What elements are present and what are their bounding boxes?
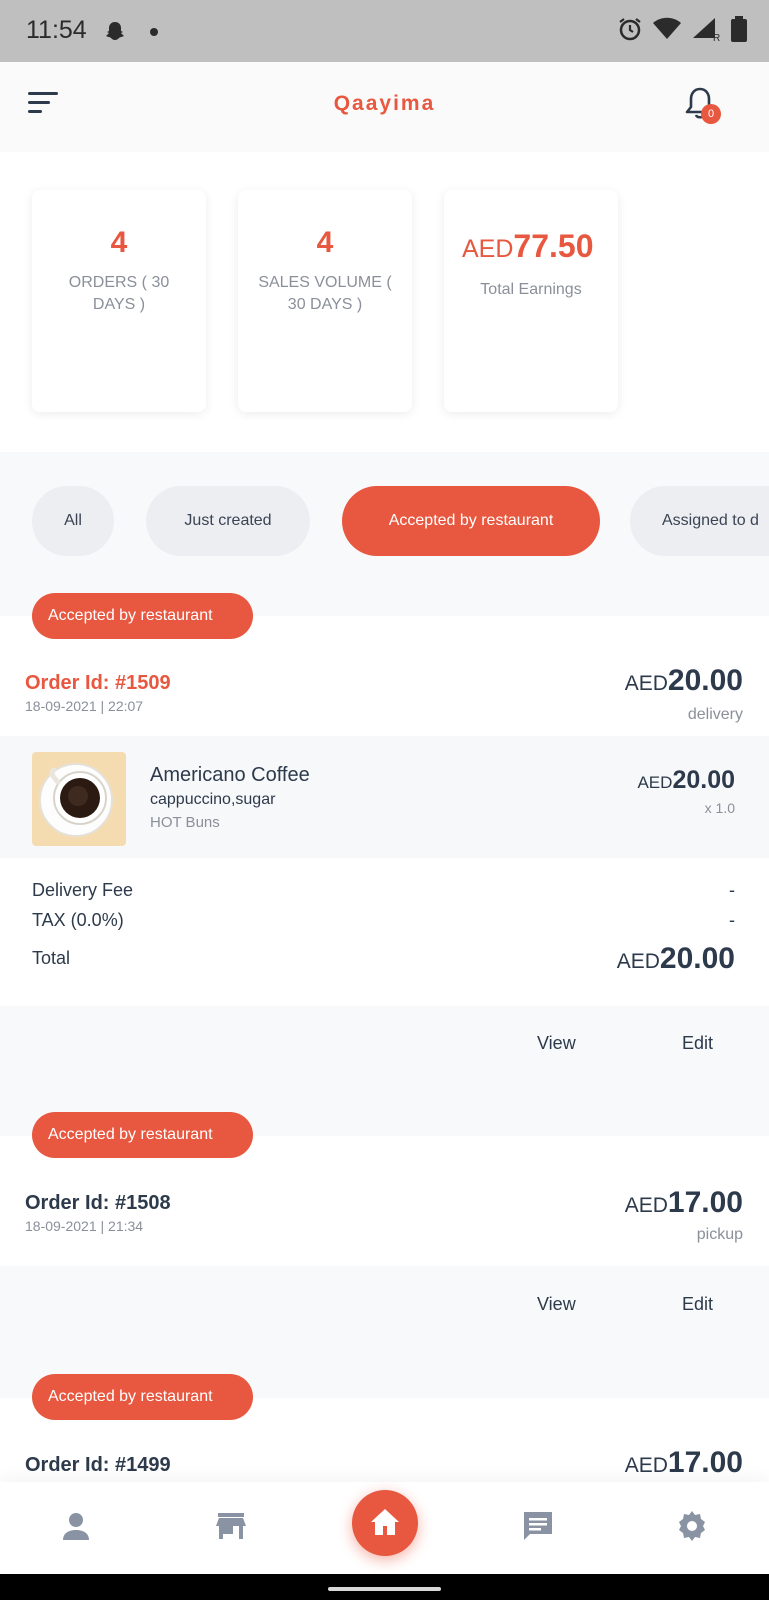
settings-icon[interactable]: [674, 1508, 710, 1544]
order-total-amount: 17.00: [667, 1186, 743, 1219]
snapchat-icon: [106, 22, 124, 40]
order-total: AED17.00: [625, 1446, 743, 1480]
status-time: 11:54: [26, 16, 87, 44]
edit-order-button[interactable]: Edit: [682, 1033, 713, 1054]
order-total: AED17.00: [625, 1186, 743, 1220]
tax-label: TAX (0.0%): [32, 910, 124, 930]
bottom-navigation: [0, 1482, 769, 1574]
sales-label: SALES VOLUME ( 30 DAYS ): [258, 274, 392, 313]
order-total-currency: AED: [624, 672, 668, 695]
filter-chip-assigned[interactable]: Assigned to d: [630, 486, 769, 556]
order-date: 18-09-2021 | 21:34: [25, 1218, 144, 1234]
grand-total-currency: AED: [616, 950, 660, 973]
notification-dot-icon: [150, 28, 158, 36]
earnings-stat-card: AED77.50 Total Earnings: [444, 190, 618, 412]
order-id: Order Id: #1499: [25, 1454, 171, 1476]
notification-badge: 0: [701, 104, 721, 124]
sales-stat-card: 4 SALES VOLUME ( 30 DAYS ): [238, 190, 412, 412]
coffee-cup-icon: [39, 763, 113, 837]
item-quantity: x 1.0: [704, 800, 735, 816]
order-summary: Delivery Fee - TAX (0.0%) - Total AED20.…: [0, 858, 769, 1006]
chat-icon[interactable]: [520, 1508, 556, 1544]
item-price-currency: AED: [637, 773, 673, 792]
app-header: Qaayima 0: [0, 62, 769, 152]
sales-count: 4: [316, 226, 334, 259]
notifications-button[interactable]: 0: [683, 86, 723, 128]
item-price: AED20.00: [637, 766, 735, 795]
earnings-label: Total Earnings: [480, 281, 582, 298]
grand-total-amount: 20.00: [659, 942, 735, 975]
view-order-button[interactable]: View: [537, 1033, 576, 1054]
item-vendor: HOT Buns: [150, 814, 220, 831]
order-date: 18-09-2021 | 22:07: [25, 698, 144, 714]
delivery-fee-label: Delivery Fee: [32, 880, 134, 900]
alarm-icon: [619, 18, 641, 41]
item-price-amount: 20.00: [672, 766, 735, 794]
order-status-badge: Accepted by restaurant: [32, 1374, 253, 1420]
home-icon: [371, 1509, 399, 1535]
order-item-row: Americano Coffee cappuccino,sugar HOT Bu…: [0, 736, 769, 858]
signal-icon: R: [693, 18, 720, 42]
home-button[interactable]: [352, 1490, 418, 1556]
tax-value: -: [729, 910, 735, 930]
svg-text:R: R: [713, 33, 720, 42]
order-type: delivery: [687, 706, 743, 723]
app-title: Qaayima: [333, 92, 436, 115]
order-id: Order Id: #1508: [25, 1192, 171, 1214]
earnings-value: AED77.50: [444, 228, 618, 265]
store-icon[interactable]: [213, 1508, 249, 1544]
delivery-fee-value: -: [729, 880, 735, 900]
home-gesture-handle[interactable]: [328, 1587, 441, 1591]
order-total-currency: AED: [624, 1194, 668, 1217]
person-icon[interactable]: [58, 1508, 94, 1544]
filter-chip-accepted[interactable]: Accepted by restaurant: [342, 486, 600, 556]
orders-stat-card: 4 ORDERS ( 30 DAYS ): [32, 190, 206, 412]
order-total-amount: 20.00: [667, 664, 743, 697]
order-total-amount: 17.00: [667, 1446, 743, 1479]
grand-total: AED20.00: [617, 942, 735, 976]
view-order-button[interactable]: View: [537, 1294, 576, 1315]
item-addons: cappuccino,sugar: [150, 791, 276, 808]
order-id: Order Id: #1509: [25, 672, 171, 694]
order-type: pickup: [696, 1226, 743, 1243]
order-status-badge: Accepted by restaurant: [32, 1112, 253, 1158]
order-status-badge: Accepted by restaurant: [32, 593, 253, 639]
total-label: Total: [32, 948, 71, 968]
earnings-currency: AED: [462, 235, 514, 263]
order-total: AED20.00: [625, 664, 743, 698]
battery-icon: [731, 16, 747, 42]
status-bar: 11:54 R: [0, 0, 769, 62]
earnings-amount: 77.50: [513, 228, 594, 264]
system-navigation-bar: [0, 1574, 769, 1600]
stats-section: 4 ORDERS ( 30 DAYS ) 4 SALES VOLUME ( 30…: [0, 152, 769, 452]
filter-chip-all[interactable]: All: [32, 486, 114, 556]
orders-label: ORDERS ( 30 DAYS ): [68, 274, 170, 313]
filter-chip-just-created[interactable]: Just created: [146, 486, 310, 556]
order-total-currency: AED: [624, 1454, 668, 1477]
item-name: Americano Coffee: [150, 764, 310, 786]
status-filter-bar: All Just created Accepted by restaurant …: [0, 486, 769, 558]
item-image: [32, 752, 126, 846]
wifi-icon: [653, 17, 681, 39]
edit-order-button[interactable]: Edit: [682, 1294, 713, 1315]
orders-count: 4: [110, 226, 128, 259]
